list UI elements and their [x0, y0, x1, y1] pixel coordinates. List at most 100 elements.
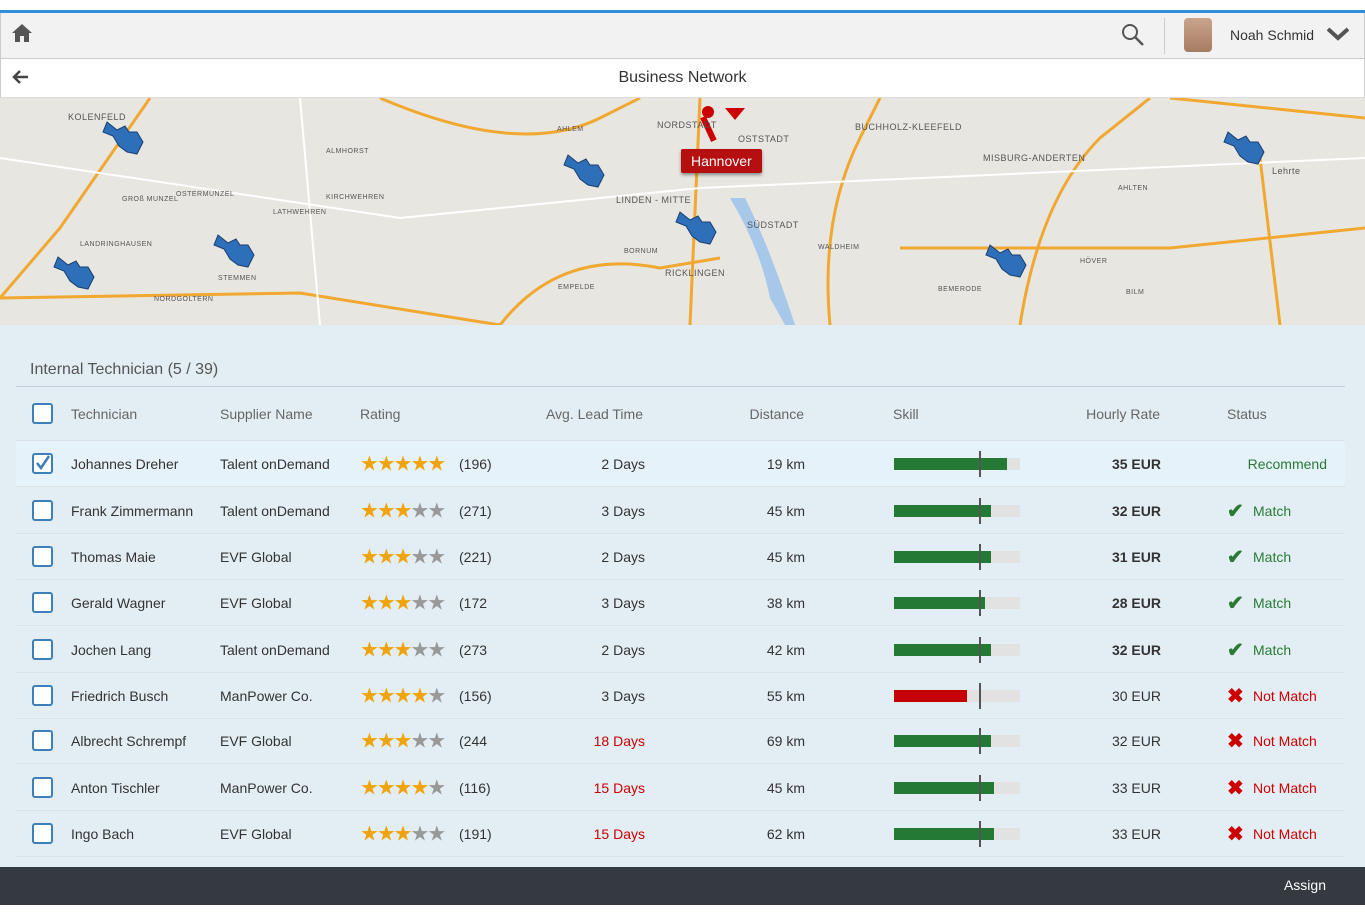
row-checkbox[interactable] [32, 452, 53, 474]
table-row[interactable]: Gerald Wagner EVF Global ★★★★★ (172 3 Da… [16, 580, 1345, 626]
cross-icon: ✖ [1227, 823, 1244, 845]
row-checkbox[interactable] [32, 591, 53, 613]
hourly-rate: 31 EUR [1111, 548, 1161, 565]
map-place-label: STEMMEN [218, 275, 257, 282]
lead-time: 2 Days [601, 548, 645, 565]
technician-name[interactable]: Johannes Dreher [71, 456, 178, 472]
lead-time: 2 Days [601, 641, 645, 658]
technician-pin-icon[interactable] [53, 256, 95, 290]
section-title: Internal Technician (5 / 39) [30, 361, 219, 378]
technician-name[interactable]: Anton Tischler [71, 780, 160, 796]
technician-pin-icon[interactable] [1223, 131, 1265, 165]
distance: 38 km [766, 594, 805, 611]
lead-time: 15 Days [593, 825, 645, 842]
map-place-label: NORDSTADT [657, 120, 717, 130]
star-rating: ★★★★★ [360, 776, 446, 799]
row-checkbox[interactable] [32, 499, 53, 521]
distance: 45 km [766, 548, 805, 565]
table-row[interactable]: Frank Zimmermann Talent onDemand ★★★★★ (… [16, 488, 1345, 534]
status-text: Not Match [1253, 825, 1317, 842]
map-place-label: KIRCHWEHREN [326, 194, 385, 201]
technician-pin-icon[interactable] [675, 211, 717, 245]
technician-pin-icon[interactable] [985, 244, 1027, 278]
map-place-label: OSTSTADT [738, 134, 790, 144]
technician-name[interactable]: Frank Zimmermann [71, 503, 193, 519]
chevron-down-icon[interactable] [1326, 27, 1350, 46]
header-technician[interactable]: Technician [71, 406, 137, 422]
header-rating[interactable]: Rating [360, 406, 400, 422]
table-row[interactable]: Johannes Dreher Talent onDemand ★★★★★ (1… [16, 441, 1345, 487]
technician-name[interactable]: Friedrich Busch [71, 688, 168, 704]
table-header-row: Technician Supplier Name Rating Avg. Lea… [16, 387, 1345, 441]
status-text: Match [1253, 502, 1292, 519]
status-text: Match [1253, 594, 1292, 611]
supplier-name: EVF Global [220, 594, 292, 611]
avatar[interactable] [1184, 18, 1212, 52]
check-icon: ✔ [1227, 639, 1244, 661]
status-text: Match [1253, 548, 1292, 565]
skill-bar [894, 543, 1020, 570]
map-place-label: RICKLINGEN [665, 268, 726, 278]
table-row[interactable]: Thomas Maie EVF Global ★★★★★ (221) 2 Day… [16, 534, 1345, 580]
technician-name[interactable]: Gerald Wagner [71, 595, 165, 611]
header-distance[interactable]: Distance [750, 406, 804, 422]
row-checkbox[interactable] [32, 638, 53, 660]
technician-name[interactable]: Thomas Maie [71, 549, 156, 565]
hourly-rate: 28 EUR [1111, 594, 1161, 611]
technician-pin-icon[interactable] [213, 234, 255, 268]
rating-count: (191) [459, 825, 492, 842]
cross-icon: ✖ [1227, 730, 1244, 752]
map-place-label: MISBURG-ANDERTEN [983, 153, 1086, 163]
header-rate[interactable]: Hourly Rate [1086, 406, 1160, 422]
check-icon: ✔ [1227, 546, 1244, 568]
table-row[interactable]: Ingo Bach EVF Global ★★★★★ (191) 15 Days… [16, 811, 1345, 857]
technician-name[interactable]: Ingo Bach [71, 826, 134, 842]
row-checkbox[interactable] [32, 776, 53, 798]
header-skill[interactable]: Skill [893, 406, 919, 422]
distance: 62 km [766, 825, 805, 842]
content-area: Internal Technician (5 / 39) Technician … [0, 325, 1365, 867]
supplier-name: ManPower Co. [220, 687, 313, 704]
row-checkbox[interactable] [32, 545, 53, 567]
rating-count: (271) [459, 502, 492, 519]
lead-time: 3 Days [601, 687, 645, 704]
hourly-rate: 32 EUR [1111, 641, 1161, 658]
map-place-label: BUCHHOLZ-KLEEFELD [855, 122, 963, 132]
table-row[interactable]: Jochen Lang Talent onDemand ★★★★★ (273 2… [16, 627, 1345, 673]
header-supplier[interactable]: Supplier Name [220, 406, 313, 422]
technician-pin-icon[interactable] [563, 154, 605, 188]
shell-bar: Noah Schmid [0, 13, 1365, 59]
hourly-rate: 30 EUR [1111, 687, 1161, 704]
search-icon[interactable] [1121, 23, 1145, 52]
table-row[interactable]: Friedrich Busch ManPower Co. ★★★★★ (156)… [16, 673, 1345, 719]
home-icon[interactable] [11, 22, 33, 49]
technician-name[interactable]: Albrecht Schrempf [71, 733, 186, 749]
skill-bar [894, 497, 1020, 524]
hourly-rate: 33 EUR [1111, 825, 1161, 842]
technician-pin-icon[interactable] [102, 121, 144, 155]
row-checkbox[interactable] [32, 822, 53, 844]
map[interactable]: KOLENFELD NORDSTADT OSTSTADT BUCHHOLZ-KLEEF… [0, 98, 1365, 325]
user-name[interactable]: Noah Schmid [1230, 27, 1314, 43]
rating-count: (116) [459, 779, 491, 796]
technician-table: Technician Supplier Name Rating Avg. Lea… [16, 386, 1345, 857]
header-lead-time[interactable]: Avg. Lead Time [546, 406, 643, 422]
rating-count: (172 [459, 594, 488, 611]
row-checkbox[interactable] [32, 729, 53, 751]
table-row[interactable]: Anton Tischler ManPower Co. ★★★★★ (116) … [16, 765, 1345, 811]
header-status[interactable]: Status [1227, 406, 1267, 422]
rating-count: (244 [459, 732, 488, 749]
map-place-label: AHLTEN [1118, 185, 1149, 192]
map-place-label: AHLEM [557, 126, 584, 133]
row-checkbox[interactable] [32, 684, 53, 706]
supplier-name: EVF Global [220, 825, 292, 842]
table-row[interactable]: Albrecht Schrempf EVF Global ★★★★★ (244 … [16, 718, 1345, 764]
map-canvas[interactable] [0, 98, 1365, 325]
cross-icon: ✖ [1227, 777, 1244, 799]
rating-count: (156) [459, 687, 492, 704]
technician-name[interactable]: Jochen Lang [71, 642, 151, 658]
supplier-name: Talent onDemand [220, 455, 330, 472]
assign-button[interactable]: Assign [1284, 877, 1326, 893]
select-all-checkbox[interactable] [32, 402, 53, 424]
city-marker-label[interactable]: Hannover [681, 149, 762, 173]
